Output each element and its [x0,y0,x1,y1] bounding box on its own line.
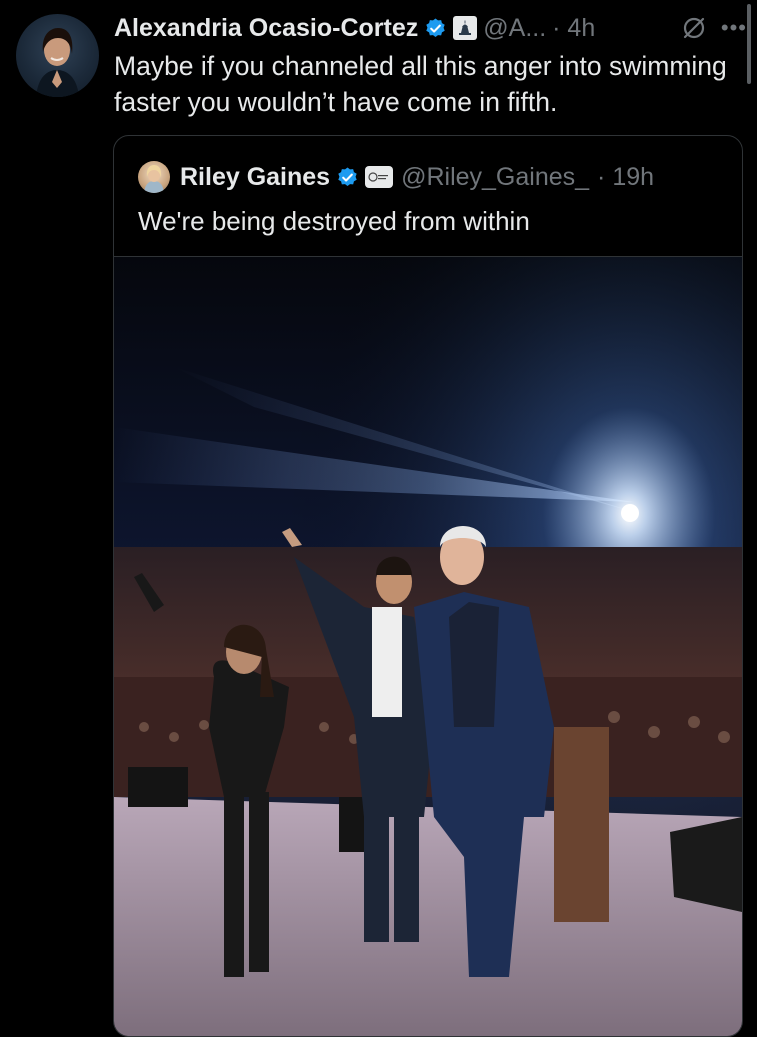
capitol-affiliation-icon[interactable] [453,16,478,40]
quote-author-name[interactable]: Riley Gaines [180,163,330,192]
affiliation-logo-icon[interactable] [365,166,394,188]
grok-icon[interactable] [681,15,707,41]
author-avatar[interactable] [16,14,99,97]
quote-post-time[interactable]: · 19h [597,163,654,192]
quote-text: We're being destroyed from within [138,206,530,236]
more-icon[interactable]: ••• [721,15,747,41]
scrollbar[interactable] [747,4,751,84]
author-name[interactable]: Alexandria Ocasio-Cortez [114,14,418,43]
verified-badge-icon[interactable] [336,166,359,189]
quoted-post[interactable]: Riley Gaines @Riley_Gaines_ · 19h We're … [113,135,743,1037]
quote-photo[interactable] [114,256,742,1036]
verified-badge-icon[interactable] [424,17,447,40]
post-time[interactable]: · 4h [552,14,595,43]
author-handle[interactable]: @A... [483,14,546,43]
quote-avatar[interactable] [138,161,170,193]
quote-author-handle[interactable]: @Riley_Gaines_ [401,163,589,192]
post-header: Alexandria Ocasio-Cortez @A... · 4h ••• [114,8,747,48]
post-text: Maybe if you channeled all this anger in… [114,51,727,117]
quote-header: Riley Gaines @Riley_Gaines_ · 19h [138,160,654,194]
